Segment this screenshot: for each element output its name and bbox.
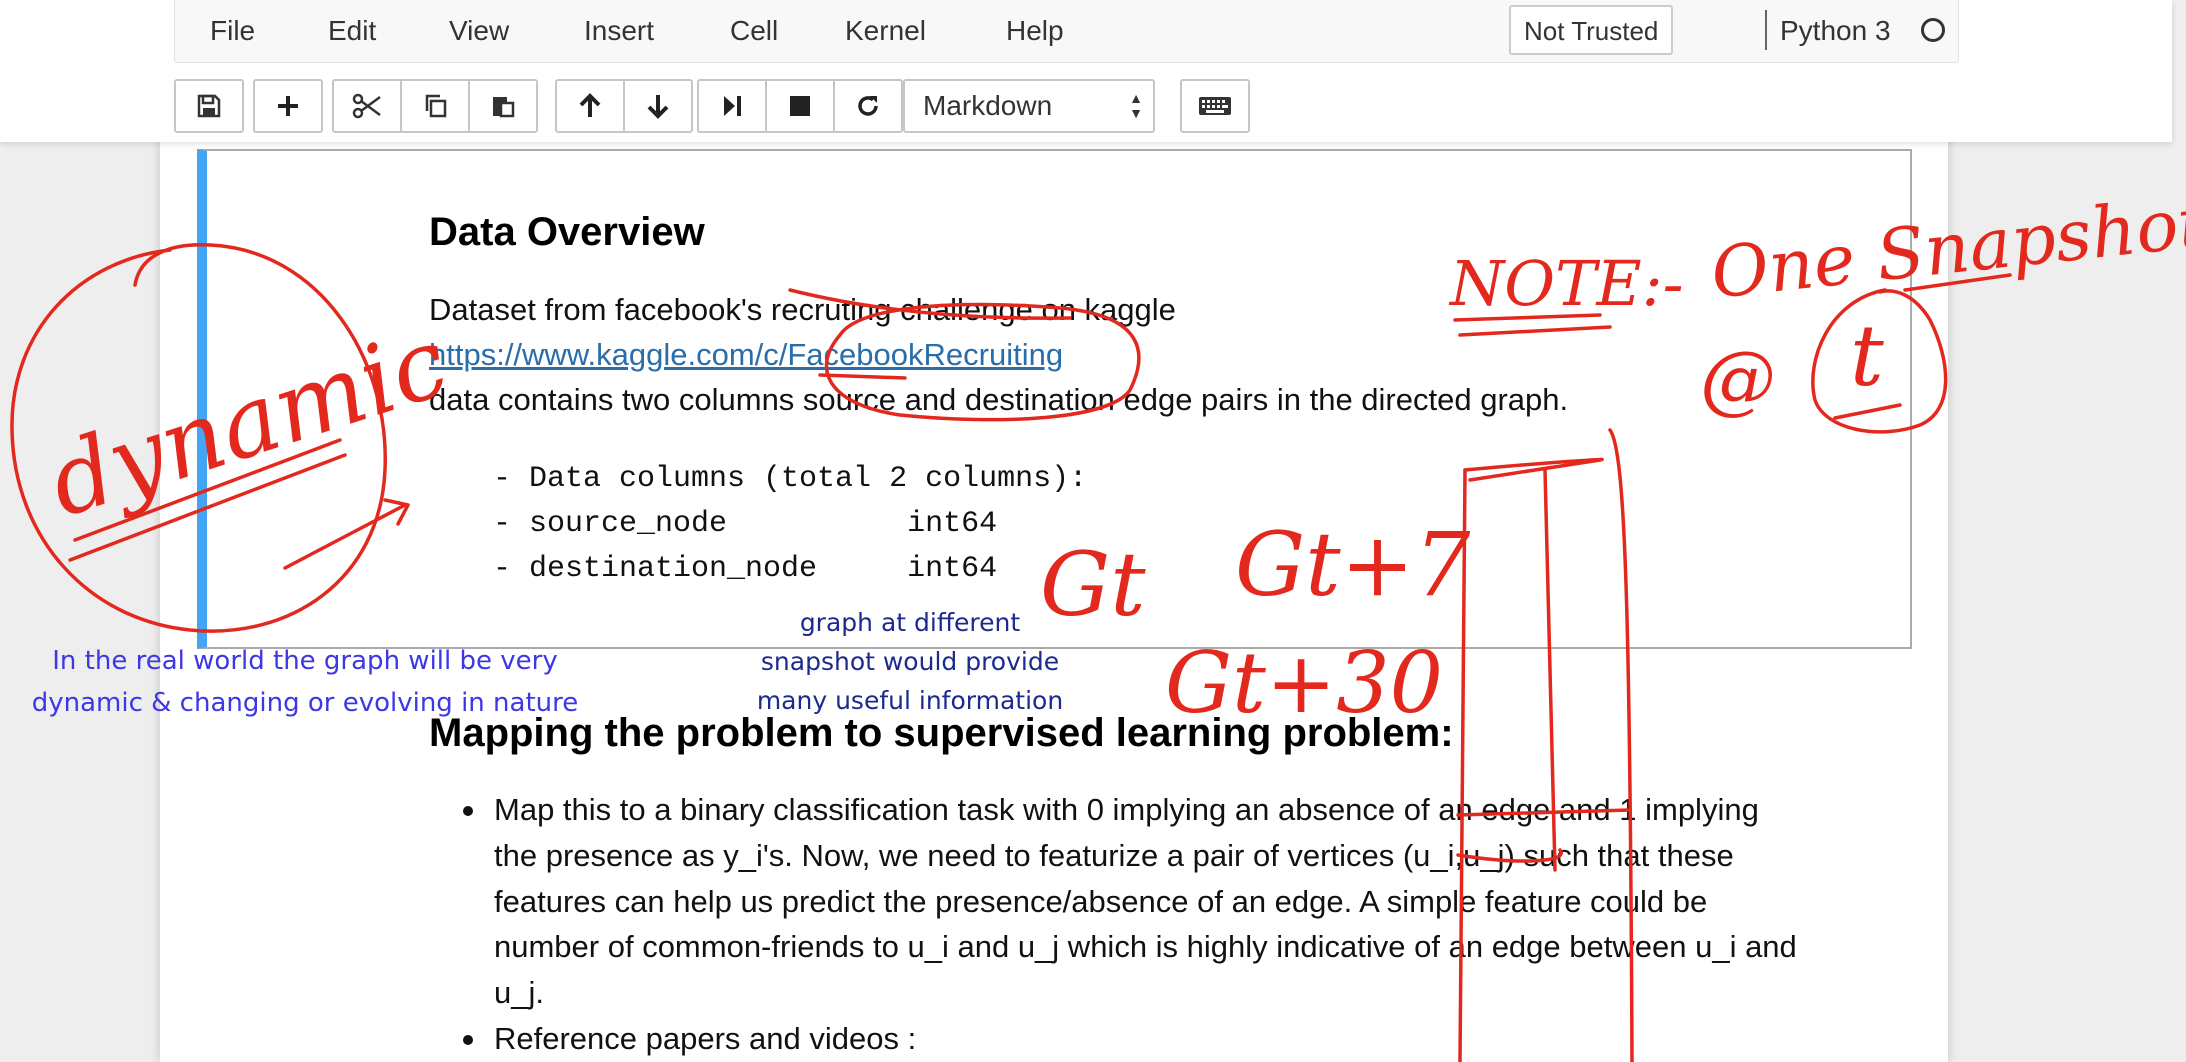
menu-file[interactable]: File [210,15,255,47]
real-world-note-line: In the real world the graph will be very [52,646,558,676]
data-overview-heading: Data Overview [429,210,705,254]
interrupt-button[interactable] [765,79,835,133]
restart-button[interactable] [833,79,903,133]
menu-kernel[interactable]: Kernel [845,15,926,47]
kaggle-link[interactable]: https://www.kaggle.com/c/FacebookRecruit… [429,337,1063,372]
kernel-idle-indicator-icon [1921,18,1945,42]
cell-type-value: Markdown [923,90,1053,121]
toolbar-group-insert [253,79,323,133]
bullet-icon [463,1035,473,1045]
cut-button[interactable] [332,79,402,133]
run-button[interactable] [697,79,767,133]
toolbar-group-run [697,79,903,133]
copy-icon [425,94,447,118]
paste-icon [493,97,515,118]
code-line: - Data columns (total 2 columns): [493,462,1088,496]
code-line: - destination_node int64 [493,552,998,586]
paste-button[interactable] [468,79,538,133]
move-up-button[interactable] [555,79,625,133]
bullet-icon [463,806,473,816]
arrow-down-icon [647,95,669,119]
columns-description: data contains two columns source and des… [429,382,1569,417]
copy-button[interactable] [400,79,470,133]
snapshot-note: graph at different snapshot would provid… [745,603,1075,720]
bullet-line: the presence as y_i's. Now, we need to f… [494,838,1734,873]
stop-icon [790,96,810,116]
real-world-note-line: dynamic & changing or evolving in nature [31,688,579,718]
real-world-note: In the real world the graph will be very… [20,640,590,724]
menu-view[interactable]: View [449,15,509,47]
toolbar-group-edit [332,79,538,133]
kaggle-link-line: https://www.kaggle.com/c/FacebookRecruit… [429,337,1063,373]
not-trusted-button[interactable]: Not Trusted [1509,5,1674,55]
save-button[interactable] [174,79,244,133]
arrow-up-icon [579,93,601,117]
snapshot-note-line: many useful information [756,686,1064,715]
bullet-line: u_j. [494,975,544,1010]
code-line: - source_node int64 [493,507,998,541]
dataset-description: Dataset from facebook's recruting challe… [429,292,1176,327]
keyboard-icon [1199,97,1231,115]
restart-icon [858,96,878,116]
select-arrows-icon: ▲ ▼ [1129,90,1143,121]
kernel-name: Python 3 [1780,15,1891,46]
bullet-line: number of common-friends to u_i and u_j … [494,929,1797,964]
snapshot-note-line: snapshot would provide [760,647,1060,676]
save-icon [197,94,221,118]
menu-edit[interactable]: Edit [328,15,376,47]
notebook-header: File Edit View Insert Cell Kernel Help N… [0,0,2172,142]
kernel-divider [1765,10,1767,50]
snapshot-note-line: graph at different [799,608,1021,637]
plus-icon [278,96,298,116]
menu-bar: File Edit View Insert Cell Kernel Help N… [174,0,1959,63]
toolbar-group-keyboard [1180,79,1250,133]
toolbar-group-move [555,79,693,133]
cell-type-select[interactable]: Markdown ▲ ▼ [903,79,1155,133]
insert-cell-button[interactable] [253,79,323,133]
bullet-line: Reference papers and videos : [494,1021,917,1056]
command-palette-button[interactable] [1180,79,1250,133]
bullet-line: Map this to a binary classification task… [494,792,1759,827]
menu-help[interactable]: Help [1006,15,1064,47]
menu-insert[interactable]: Insert [584,15,654,47]
run-icon [724,96,741,116]
toolbar-group-save [174,79,244,133]
menu-cell[interactable]: Cell [730,15,778,47]
scissors-icon [352,93,381,119]
move-down-button[interactable] [623,79,693,133]
bullet-line: features can help us predict the presenc… [494,884,1708,919]
